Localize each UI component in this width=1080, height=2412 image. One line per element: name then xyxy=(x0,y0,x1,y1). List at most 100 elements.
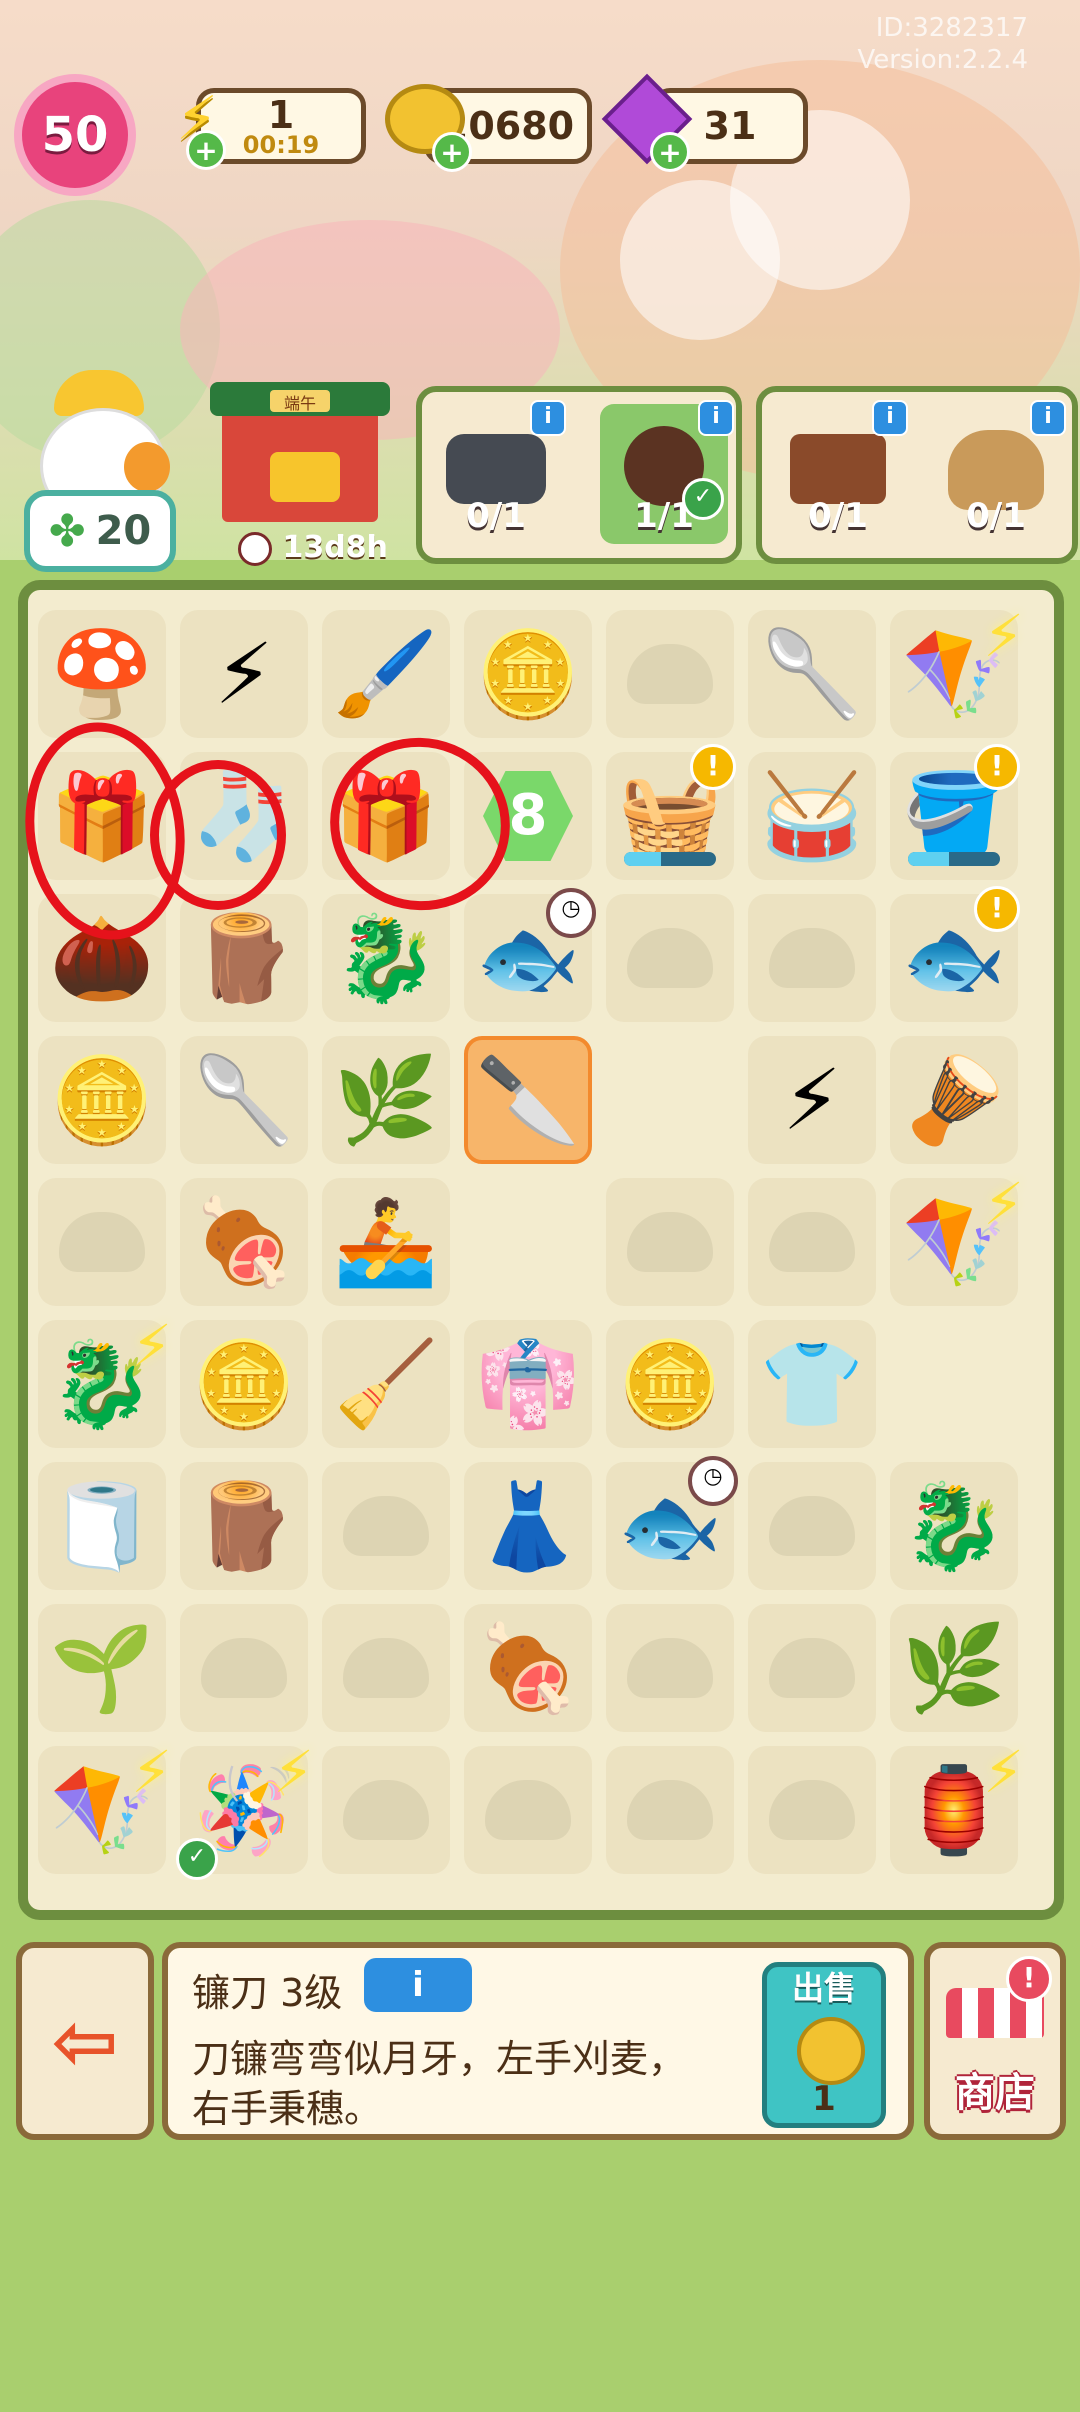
board-cell[interactable]: 🍄 xyxy=(38,610,166,738)
board-cell[interactable]: 🪙 xyxy=(180,1320,308,1448)
board-cell[interactable]: 🐉 xyxy=(322,894,450,1022)
board-cell[interactable]: ⚡ xyxy=(748,1036,876,1164)
add-gems-button[interactable]: + xyxy=(650,132,690,172)
board-cell[interactable]: 🍖 xyxy=(464,1604,592,1732)
board-cell[interactable]: 🐟 ◷ xyxy=(464,888,596,1022)
sell-button[interactable]: 出售 1 xyxy=(762,1962,886,2128)
board-cell[interactable] xyxy=(606,1746,734,1874)
board-cell[interactable]: 🧻 xyxy=(38,1462,166,1590)
order-panel-2[interactable]: i 0/1 i 0/1 xyxy=(756,386,1078,564)
add-coins-button[interactable]: + xyxy=(432,132,472,172)
exit-button[interactable]: ⇦ xyxy=(16,1942,154,2140)
board-cell[interactable] xyxy=(464,1746,592,1874)
board-cell[interactable]: 🥄 xyxy=(748,610,876,738)
board-cell[interactable]: 🐟! xyxy=(890,886,1020,1022)
locked-tile-icon xyxy=(627,1638,713,1698)
board-cell[interactable] xyxy=(322,1604,450,1732)
board-cell[interactable]: 🪅 ⚡ ✓ xyxy=(176,1738,314,1880)
board-cell[interactable]: 🌿 xyxy=(322,1036,450,1164)
board-cell[interactable] xyxy=(606,1178,734,1306)
board-item: 🥁 xyxy=(759,767,865,865)
board-cell[interactable]: ⚡ xyxy=(180,610,308,738)
board-cell[interactable]: 👗 xyxy=(464,1462,592,1590)
board-cell[interactable] xyxy=(322,1462,450,1590)
board-cell[interactable]: 🪁 ⚡ xyxy=(890,602,1024,738)
board-cell[interactable]: 🐉 ⚡ xyxy=(38,1312,172,1448)
item-info-button[interactable]: i xyxy=(364,1958,472,2012)
board-cell[interactable] xyxy=(606,894,734,1022)
item-detail-panel: 镰刀 3级 i 刀镰弯弯似月牙，左手刈麦，右手秉穗。 出售 1 xyxy=(162,1942,914,2140)
board-item: 🧹 xyxy=(333,1335,439,1433)
board-cell[interactable]: 🏮 ⚡ xyxy=(890,1738,1024,1874)
board-cell[interactable]: 🌱 xyxy=(38,1604,166,1732)
order-slot-chest[interactable]: i 0/1 xyxy=(774,400,908,544)
board-item: 🐉 xyxy=(901,1477,1007,1575)
order-slot-character[interactable]: i 1/1 ✓ xyxy=(600,400,734,544)
board-cell[interactable]: 🐉 xyxy=(890,1462,1018,1590)
order-slot-rice-sack[interactable]: i 0/1 xyxy=(932,400,1066,544)
board-cell[interactable]: 🪵 xyxy=(180,1462,308,1590)
board-item: 🖌️ xyxy=(333,625,439,723)
board-cell[interactable]: 🧹 xyxy=(322,1320,450,1448)
order-slot-machine[interactable]: i 0/1 xyxy=(432,400,566,544)
board-cell[interactable]: 🪁 ⚡ xyxy=(38,1738,172,1874)
info-icon[interactable]: i xyxy=(530,400,566,436)
board-cell[interactable]: 🚣 xyxy=(322,1178,450,1306)
board-cell[interactable] xyxy=(748,894,876,1022)
board-cell[interactable] xyxy=(606,1604,734,1732)
info-icon[interactable]: i xyxy=(872,400,908,436)
order-progress: 0/1 xyxy=(966,496,1026,536)
clover-counter[interactable]: ✤ 20 xyxy=(24,490,176,572)
board-cell[interactable]: 🪁 ⚡ xyxy=(890,1170,1024,1306)
exit-icon: ⇦ xyxy=(51,1994,119,2088)
shop-button[interactable]: ! 商店 xyxy=(924,1942,1066,2140)
board-cell[interactable] xyxy=(322,1746,450,1874)
board-cell[interactable]: 🖌️ xyxy=(322,610,450,738)
energy-bolt-icon: ⚡ xyxy=(983,602,1024,670)
board-cell[interactable]: 🪙 xyxy=(464,610,592,738)
energy-bolt-icon: ⚡ xyxy=(983,1738,1024,1806)
board-cell[interactable]: 🌿 xyxy=(890,1604,1018,1732)
board-cell[interactable]: 🍖 xyxy=(180,1178,308,1306)
board-cell[interactable] xyxy=(748,1746,876,1874)
board-item: 🔪 xyxy=(475,1051,581,1149)
event-sign: 端午 xyxy=(270,390,330,413)
board-cell[interactable] xyxy=(38,1178,166,1306)
board-cell[interactable]: 🥁 xyxy=(748,752,876,880)
info-icon[interactable]: i xyxy=(698,400,734,436)
board-cell[interactable]: 🪙 xyxy=(38,1036,166,1164)
board-cell[interactable] xyxy=(606,610,734,738)
check-icon: ✓ xyxy=(682,478,724,520)
locked-tile-icon xyxy=(627,928,713,988)
board-cell[interactable]: 👘 xyxy=(464,1320,592,1448)
chest-icon xyxy=(790,434,886,504)
board-cell[interactable]: 🪣! xyxy=(890,744,1020,880)
board-cell[interactable]: 👕 xyxy=(748,1320,876,1448)
player-level-badge[interactable]: 50 xyxy=(14,74,136,196)
order-panel-1[interactable]: i 0/1 i 1/1 ✓ xyxy=(416,386,742,564)
board-cell[interactable]: 🪘 xyxy=(890,1036,1018,1164)
board-cell[interactable]: 🐟 ◷ xyxy=(606,1456,738,1590)
locked-tile-icon xyxy=(769,1780,855,1840)
board-cell[interactable] xyxy=(748,1462,876,1590)
board-cell[interactable] xyxy=(748,1604,876,1732)
production-progress-bar xyxy=(908,852,1000,866)
board-cell[interactable] xyxy=(606,1036,734,1164)
energy-bolt-icon: ⚡ xyxy=(273,1738,314,1806)
board-cell[interactable]: 🥄 xyxy=(180,1036,308,1164)
board-cell[interactable] xyxy=(890,1320,1018,1448)
board-cell[interactable] xyxy=(180,1604,308,1732)
board-cell[interactable]: 🪙 xyxy=(606,1320,734,1448)
board-cell[interactable] xyxy=(748,1178,876,1306)
locked-tile-icon xyxy=(343,1638,429,1698)
board-cell[interactable]: 🔪 xyxy=(464,1036,592,1164)
info-icon[interactable]: i xyxy=(1030,400,1066,436)
energy-bolt-icon: ⚡ xyxy=(131,1312,172,1380)
board-cell[interactable]: 🧺! xyxy=(606,744,736,880)
event-gate[interactable]: 端午 xyxy=(210,382,390,522)
board-cell[interactable]: 🪵 xyxy=(180,894,308,1022)
add-energy-button[interactable]: + xyxy=(186,130,226,170)
clover-value: 20 xyxy=(95,508,152,554)
board-item: ⚡ xyxy=(782,1051,842,1149)
board-cell[interactable] xyxy=(464,1178,592,1306)
